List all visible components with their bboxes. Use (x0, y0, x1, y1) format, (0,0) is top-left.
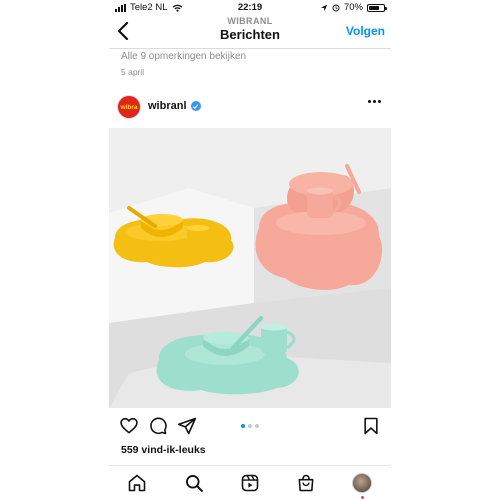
battery-icon (367, 3, 387, 12)
shop-icon[interactable] (296, 473, 316, 493)
search-icon[interactable] (184, 473, 204, 493)
carousel-indicator (109, 424, 391, 428)
post-actions (109, 414, 391, 438)
location-arrow-icon (320, 4, 328, 11)
follow-button[interactable]: Volgen (346, 24, 385, 38)
post-date: 5 april (121, 67, 145, 77)
reels-icon[interactable] (240, 473, 260, 493)
bottom-tab-bar (109, 465, 391, 500)
post-image[interactable] (109, 128, 391, 408)
bookmark-icon[interactable] (361, 416, 381, 436)
carousel-dot (255, 424, 259, 428)
alarm-icon (332, 3, 340, 12)
carousel-dot (241, 424, 245, 428)
post-header: wibra wibranl (109, 90, 391, 124)
verified-badge-icon (190, 101, 201, 111)
profile-avatar[interactable] (352, 473, 372, 493)
more-horizontal-icon[interactable] (368, 100, 381, 103)
home-icon[interactable] (127, 473, 147, 493)
header-divider (109, 48, 391, 49)
post-username[interactable]: wibranl (148, 100, 187, 112)
battery-percent: 70% (343, 2, 363, 13)
instagram-post-screen: Tele2 NL 22:19 70% WIBRANL Berichten Vol… (109, 0, 391, 500)
carousel-dot (248, 424, 252, 428)
view-all-comments-link[interactable]: Alle 9 opmerkingen bekijken (121, 51, 246, 62)
notification-dot (360, 496, 364, 499)
avatar[interactable]: wibra (117, 95, 141, 119)
tableware-photo (109, 128, 391, 408)
top-nav: WIBRANL Berichten Volgen (109, 14, 391, 48)
likes-count[interactable]: 559 vind-ik-leuks (121, 444, 206, 456)
avatar-logo-text: wibra (120, 103, 138, 111)
